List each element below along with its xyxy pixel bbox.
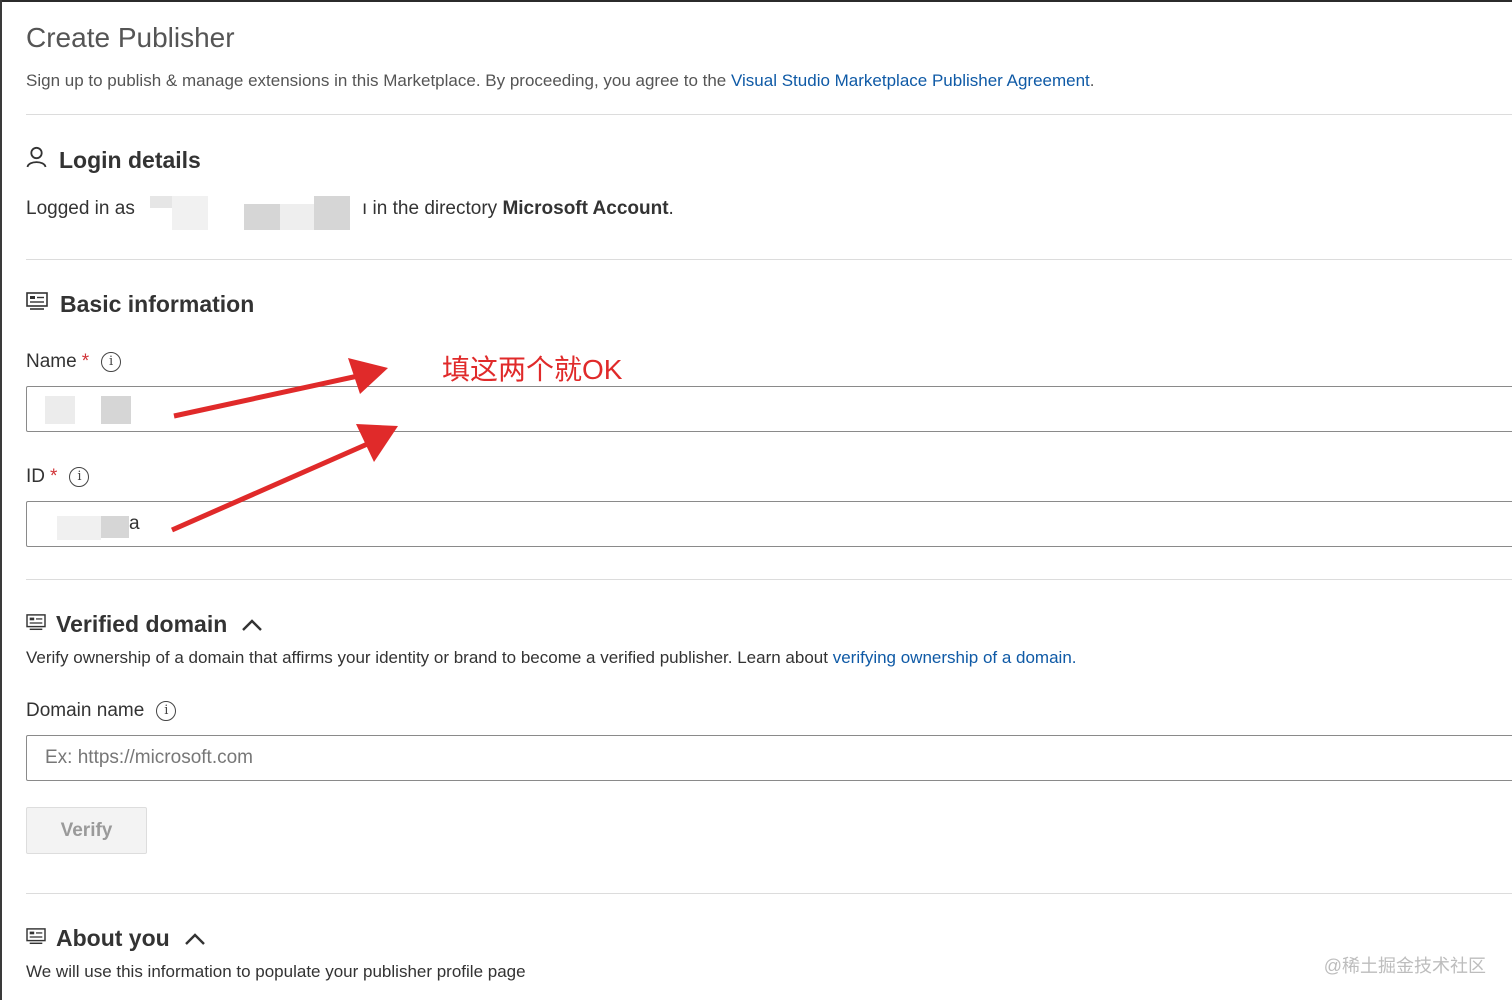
arrow-to-id xyxy=(170,439,374,533)
arrowhead xyxy=(348,358,388,394)
arrow-to-name xyxy=(173,373,359,419)
info-icon[interactable]: i xyxy=(156,701,177,721)
redacted-account xyxy=(314,196,350,230)
arrowhead xyxy=(356,424,398,462)
domain-name-label-text: Domain name xyxy=(26,700,145,721)
redacted-account xyxy=(150,196,172,208)
basic-information-title: Basic information xyxy=(60,291,255,317)
redacted-name xyxy=(101,396,131,424)
id-label: ID * i xyxy=(26,466,90,488)
annotation-text: 填这两个就OK xyxy=(442,354,623,385)
basic-information-heading: Basic information xyxy=(26,291,254,318)
person-icon xyxy=(26,146,47,174)
divider xyxy=(26,259,1512,260)
verify-ownership-link[interactable]: verifying ownership of a domain. xyxy=(833,648,1077,667)
subtitle-suffix: . xyxy=(1089,71,1095,90)
window-top-border xyxy=(0,0,1512,2)
domain-name-placeholder: Ex: https://microsoft.com xyxy=(45,747,253,768)
redacted-account xyxy=(280,204,314,230)
id-label-text: ID xyxy=(26,466,45,487)
form-icon xyxy=(26,611,46,638)
chevron-up-icon[interactable] xyxy=(184,925,206,952)
directory-prefix: ı in the directory xyxy=(362,198,503,219)
domain-name-label: Domain name i xyxy=(26,700,177,722)
form-icon xyxy=(26,925,46,952)
verify-button[interactable]: Verify xyxy=(26,807,147,854)
redacted-id xyxy=(57,516,101,540)
logged-in-prefix: Logged in as xyxy=(26,198,135,219)
about-you-heading[interactable]: About you xyxy=(26,925,206,952)
verified-domain-text: Verify ownership of a domain that affirm… xyxy=(26,648,833,667)
redacted-id xyxy=(101,516,129,538)
directory-text: ı in the directory Microsoft Account. xyxy=(362,198,674,220)
watermark: @稀土掘金技术社区 xyxy=(1323,956,1486,976)
directory-suffix: . xyxy=(668,198,674,219)
form-icon xyxy=(26,291,48,318)
required-marker: * xyxy=(81,351,90,372)
divider xyxy=(26,579,1512,580)
verified-domain-title: Verified domain xyxy=(56,611,228,637)
divider xyxy=(26,114,1512,115)
redacted-name xyxy=(45,396,75,424)
name-label: Name * i xyxy=(26,351,122,373)
login-details-title: Login details xyxy=(59,146,201,173)
directory-name: Microsoft Account xyxy=(502,198,669,219)
login-details-heading: Login details xyxy=(26,146,201,174)
subtitle-text: Sign up to publish & manage extensions i… xyxy=(26,71,731,90)
name-label-text: Name xyxy=(26,351,77,372)
page-subtitle: Sign up to publish & manage extensions i… xyxy=(26,71,1095,91)
verified-domain-description: Verify ownership of a domain that affirm… xyxy=(26,648,1077,668)
publisher-agreement-link[interactable]: Visual Studio Marketplace Publisher Agre… xyxy=(731,71,1090,90)
logged-in-text: Logged in as xyxy=(26,198,135,220)
verified-domain-heading[interactable]: Verified domain xyxy=(26,611,263,638)
domain-name-input[interactable]: Ex: https://microsoft.com xyxy=(26,735,1512,781)
info-icon[interactable]: i xyxy=(69,467,90,487)
id-visible-text: a xyxy=(129,513,140,534)
annotation-arrows xyxy=(170,358,398,533)
page-title: Create Publisher xyxy=(26,22,235,53)
required-marker: * xyxy=(50,466,58,487)
chevron-up-icon[interactable] xyxy=(241,611,263,638)
about-you-description: We will use this information to populate… xyxy=(26,962,526,981)
redacted-account xyxy=(172,196,208,230)
about-you-title: About you xyxy=(56,925,170,951)
divider xyxy=(26,893,1512,894)
window-left-border xyxy=(0,0,2,1000)
redacted-account xyxy=(244,204,280,230)
info-icon[interactable]: i xyxy=(101,352,122,372)
